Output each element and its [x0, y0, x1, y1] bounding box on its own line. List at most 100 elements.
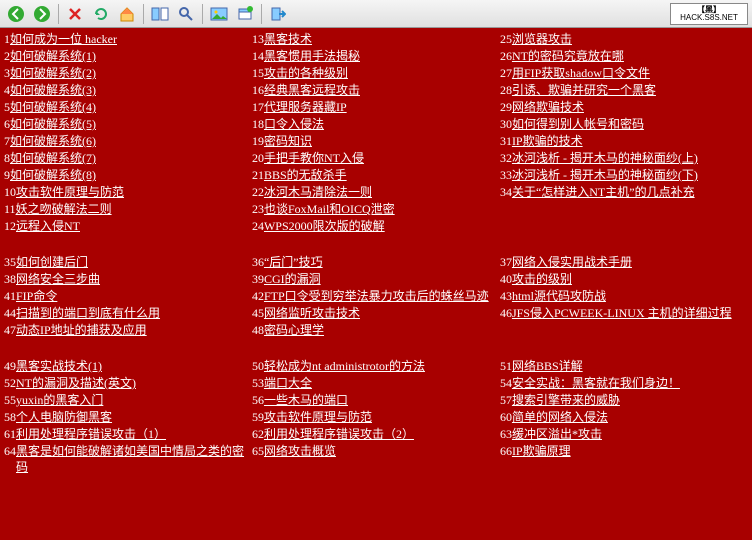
- entry-link[interactable]: 动态IP地址的捕获及应用: [16, 322, 147, 338]
- entry-link[interactable]: 如何破解系统(5): [10, 116, 96, 132]
- link-entry: 66IP欺骗原理: [500, 443, 744, 459]
- entry-link[interactable]: WPS2000限次版的破解: [264, 218, 385, 234]
- entry-link[interactable]: BBS的无敌杀手: [264, 167, 347, 183]
- entry-number: 60: [500, 409, 512, 425]
- entry-link[interactable]: FTP口令受到穷举法暴力攻击后的蛛丝马迹: [264, 288, 489, 304]
- entry-link[interactable]: “后门”技巧: [264, 254, 323, 270]
- entry-link[interactable]: 黑客实战技术(1): [16, 358, 102, 374]
- search-icon[interactable]: [174, 2, 198, 26]
- entry-link[interactable]: 冰河浅析 - 揭开木马的神秘面纱(上): [512, 150, 698, 166]
- entry-number: 21: [252, 167, 264, 183]
- refresh-icon[interactable]: [89, 2, 113, 26]
- entry-link[interactable]: 如何创建后门: [16, 254, 88, 270]
- entry-link[interactable]: 黑客技术: [264, 31, 312, 47]
- entry-link[interactable]: 如何成为一位 hacker: [10, 31, 117, 47]
- panes-icon[interactable]: [148, 2, 172, 26]
- back-icon[interactable]: [4, 2, 28, 26]
- entry-link[interactable]: 安全实战：黑客就在我们身边！: [512, 375, 680, 391]
- pictures-icon[interactable]: [207, 2, 231, 26]
- entry-link[interactable]: 如何破解系统(3): [10, 82, 96, 98]
- entry-number: 11: [4, 201, 16, 217]
- entry-link[interactable]: 网络入侵实用战术手册: [512, 254, 632, 270]
- entry-link[interactable]: 浏览器攻击: [512, 31, 572, 47]
- entry-link[interactable]: NT的密码究竟放在哪: [512, 48, 624, 64]
- entry-link[interactable]: CGI的漏洞: [264, 271, 321, 287]
- link-entry: 31IP欺骗的技术: [500, 133, 744, 149]
- link-entry: 57搜索引擎带来的威胁: [500, 392, 744, 408]
- entry-number: 32: [500, 150, 512, 166]
- link-entry: 2如何破解系统(1): [4, 48, 248, 64]
- entry-link[interactable]: IP欺骗的技术: [512, 133, 583, 149]
- new-window-icon[interactable]: [233, 2, 257, 26]
- entry-link[interactable]: JFS侵入PCWEEK-LINUX 主机的详细过程: [512, 305, 732, 321]
- entry-link[interactable]: 缓冲区溢出*攻击: [512, 426, 602, 442]
- entry-number: 45: [252, 305, 264, 321]
- link-entry: 14黑客惯用手法揭秘: [252, 48, 496, 64]
- entry-link[interactable]: 扫描到的端口到底有什么用: [16, 305, 160, 321]
- entry-link[interactable]: 网络攻击概览: [264, 443, 336, 459]
- entry-link[interactable]: 如何破解系统(8): [10, 167, 96, 183]
- separator: [143, 4, 144, 24]
- link-entry: 5如何破解系统(4): [4, 99, 248, 115]
- entry-link[interactable]: 网络监听攻击技术: [264, 305, 360, 321]
- entry-link[interactable]: 个人电脑防御黑客: [16, 409, 112, 425]
- entry-link[interactable]: 黑客是如何能破解诸如美国中情局之类的密码: [16, 443, 248, 475]
- entry-link[interactable]: yuxin的黑客入门: [16, 392, 103, 408]
- entry-link[interactable]: 代理服务器藏IP: [264, 99, 347, 115]
- entry-link[interactable]: 用FIP获取shadow口令文件: [512, 65, 650, 81]
- entry-link[interactable]: 搜索引擎带来的威胁: [512, 392, 620, 408]
- entry-link[interactable]: 黑客惯用手法揭秘: [264, 48, 360, 64]
- entry-link[interactable]: 密码知识: [264, 133, 312, 149]
- entry-link[interactable]: 口令入侵法: [264, 116, 324, 132]
- entry-link[interactable]: 攻击的级别: [512, 271, 572, 287]
- entry-link[interactable]: 如何破解系统(1): [10, 48, 96, 64]
- entry-link[interactable]: 如何破解系统(7): [10, 150, 96, 166]
- entry-link[interactable]: 网络安全三步曲: [16, 271, 100, 287]
- link-entry: 12远程入侵NT: [4, 218, 248, 234]
- forward-icon[interactable]: [30, 2, 54, 26]
- entry-link[interactable]: NT的漏洞及描述(英文): [16, 375, 136, 391]
- entry-link[interactable]: 冰河浅析 - 揭开木马的神秘面纱(下): [512, 167, 698, 183]
- entry-link[interactable]: 端口大全: [264, 375, 312, 391]
- link-column: 1如何成为一位 hacker2如何破解系统(1)3如何破解系统(2)4如何破解系…: [4, 30, 252, 235]
- home-icon[interactable]: [115, 2, 139, 26]
- entry-number: 15: [252, 65, 264, 81]
- entry-link[interactable]: 利用处理程序错误攻击（2）: [264, 426, 414, 442]
- stop-icon[interactable]: [63, 2, 87, 26]
- entry-link[interactable]: 妖之吻破解法二则: [16, 201, 112, 217]
- entry-link[interactable]: IP欺骗原理: [512, 443, 571, 459]
- entry-link[interactable]: 远程入侵NT: [16, 218, 80, 234]
- entry-number: 20: [252, 150, 264, 166]
- entry-link[interactable]: 如何得到别人帐号和密码: [512, 116, 644, 132]
- entry-link[interactable]: html源代码攻防战: [512, 288, 606, 304]
- entry-link[interactable]: 如何破解系统(6): [10, 133, 96, 149]
- link-entry: 54安全实战：黑客就在我们身边！: [500, 375, 744, 391]
- entry-link[interactable]: 冰河木马清除法一则: [264, 184, 372, 200]
- entry-link[interactable]: 密码心理学: [264, 322, 324, 338]
- entry-link[interactable]: 攻击软件原理与防范: [16, 184, 124, 200]
- link-entry: 4如何破解系统(3): [4, 82, 248, 98]
- entry-link[interactable]: 网络BBS详解: [512, 358, 583, 374]
- entry-link[interactable]: 引诱、欺骗并研究一个黑客: [512, 82, 656, 98]
- entry-link[interactable]: 利用处理程序错误攻击（1）: [16, 426, 166, 442]
- entry-link[interactable]: 网络欺骗技术: [512, 99, 584, 115]
- entry-link[interactable]: 也谈FoxMail和OICQ泄密: [264, 201, 395, 217]
- entry-link[interactable]: 攻击的各种级别: [264, 65, 348, 81]
- entry-link[interactable]: 如何破解系统(2): [10, 65, 96, 81]
- link-entry: 45网络监听攻击技术: [252, 305, 496, 321]
- link-entry: 63缓冲区溢出*攻击: [500, 426, 744, 442]
- entry-link[interactable]: 攻击软件原理与防范: [264, 409, 372, 425]
- entry-link[interactable]: 一些木马的端口: [264, 392, 348, 408]
- entry-link[interactable]: 轻松成为nt administrotor的方法: [264, 358, 425, 374]
- entry-link[interactable]: 经典黑客远程攻击: [264, 82, 360, 98]
- link-entry: 40攻击的级别: [500, 271, 744, 287]
- entry-link[interactable]: 如何破解系统(4): [10, 99, 96, 115]
- entry-link[interactable]: 手把手教你NT入侵: [264, 150, 364, 166]
- link-entry: 59攻击软件原理与防范: [252, 409, 496, 425]
- exit-icon[interactable]: [266, 2, 290, 26]
- entry-link[interactable]: FIP命令: [16, 288, 57, 304]
- entry-link[interactable]: 关于“怎样进入NT主机”的几点补充: [512, 184, 695, 200]
- entry-number: 51: [500, 358, 512, 374]
- link-entry: 7如何破解系统(6): [4, 133, 248, 149]
- entry-link[interactable]: 简单的网络入侵法: [512, 409, 608, 425]
